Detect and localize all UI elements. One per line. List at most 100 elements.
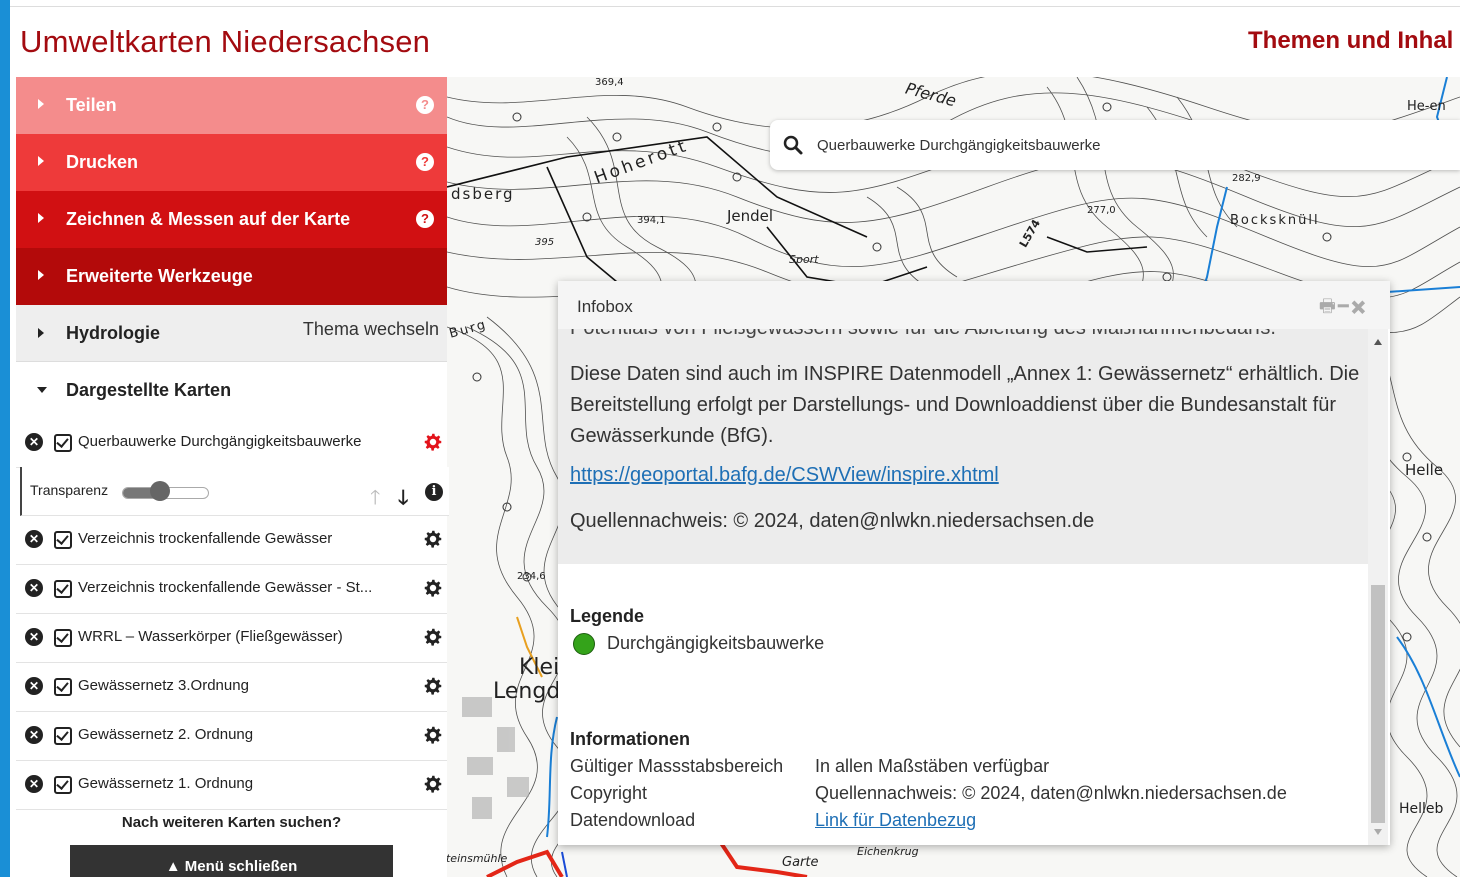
help-icon[interactable]: ? <box>416 96 434 114</box>
layer-name: Gewässernetz 3.Ordnung <box>78 677 249 694</box>
layer-checkbox[interactable] <box>54 678 72 696</box>
remove-layer-icon[interactable]: ✕ <box>25 433 43 451</box>
infobox-scrollbar[interactable] <box>1368 329 1388 845</box>
app-title: Umweltkarten Niedersachsen <box>20 24 431 59</box>
menu-share[interactable]: Teilen ? <box>16 77 447 134</box>
layer-checkbox[interactable] <box>54 776 72 794</box>
infobox-description: Potentials von Fließgewässern sowie für … <box>558 329 1368 564</box>
scrollbar-thumb[interactable] <box>1371 585 1385 823</box>
gear-icon[interactable] <box>422 626 444 648</box>
menu-draw-measure[interactable]: Zeichnen & Messen auf der Karte ? <box>16 191 447 248</box>
gear-icon[interactable] <box>422 528 444 550</box>
help-icon[interactable]: ? <box>416 210 434 228</box>
layer-checkbox[interactable] <box>54 580 72 598</box>
layer-name: Verzeichnis trockenfallende Gewässer <box>78 530 333 547</box>
map-label: Helle <box>1405 461 1444 479</box>
chevron-down-icon <box>37 387 47 393</box>
switch-theme-link[interactable]: Thema wechseln <box>303 319 439 340</box>
layer-row: ✕ WRRL – Wasserkörper (Fließgewässer) <box>16 614 447 663</box>
remove-layer-icon[interactable]: ✕ <box>25 628 43 646</box>
map-label: Bocksknüll <box>1230 213 1320 228</box>
legend-symbol <box>573 633 595 655</box>
info-key: Copyright <box>570 783 648 803</box>
infobox-panel: Infobox 🖶━✖ Potentials von Fließgewässer… <box>558 281 1390 845</box>
map-label: Garte <box>782 855 819 870</box>
info-heading: Informationen <box>570 729 690 749</box>
sidebar: Teilen ? Drucken ? Zeichnen & Messen auf… <box>16 77 449 877</box>
menu-label: Zeichnen & Messen auf der Karte <box>66 209 351 229</box>
map-label: Steinsmühle <box>447 852 508 865</box>
chevron-right-icon <box>38 156 44 166</box>
infobox-header[interactable]: Infobox 🖶━✖ <box>558 281 1390 329</box>
menu-print[interactable]: Drucken ? <box>16 134 447 191</box>
layer-row: ✕ Gewässernetz 2. Ordnung <box>16 712 447 761</box>
description-paragraph: Diese Daten sind auch im INSPIRE Datenmo… <box>570 363 1360 447</box>
close-icon[interactable]: ✖ <box>1351 296 1368 316</box>
minimize-icon[interactable]: ━ <box>1338 296 1351 316</box>
infobox-title: Infobox <box>577 297 633 316</box>
gear-icon[interactable] <box>422 577 444 599</box>
menu-label: Teilen <box>66 95 117 115</box>
arrow-down-icon[interactable]: 🡓 <box>398 483 408 517</box>
theme-section[interactable]: Hydrologie Thema wechseln <box>16 305 447 362</box>
print-icon[interactable]: 🖶 <box>1319 296 1338 316</box>
search-more-maps-link[interactable]: Nach weiteren Karten suchen? <box>16 814 447 831</box>
displayed-maps-header[interactable]: Dargestellte Karten <box>16 362 447 420</box>
remove-layer-icon[interactable]: ✕ <box>25 530 43 548</box>
theme-label: Hydrologie <box>66 323 161 343</box>
map-label: Eichenkrug <box>857 845 919 858</box>
chevron-right-icon <box>38 99 44 109</box>
info-value: In allen Maßstäben verfügbar <box>815 756 1050 776</box>
map-label: Klei <box>519 655 560 680</box>
transparency-label: Transparenz <box>30 482 109 498</box>
menu-label: Erweiterte Werkzeuge <box>66 266 253 286</box>
gear-icon[interactable] <box>422 675 444 697</box>
displayed-maps-label: Dargestellte Karten <box>66 380 232 400</box>
chevron-right-icon <box>38 270 44 280</box>
help-icon[interactable]: ? <box>416 153 434 171</box>
layer-checkbox[interactable] <box>54 531 72 549</box>
inspire-link[interactable]: https://geoportal.bafg.de/CSWView/inspir… <box>570 464 999 487</box>
layer-name: Gewässernetz 1. Ordnung <box>78 775 254 792</box>
top-divider <box>10 6 1460 7</box>
gear-icon[interactable] <box>422 724 444 746</box>
remove-layer-icon[interactable]: ✕ <box>25 775 43 793</box>
data-download-link[interactable]: Link für Datenbezug <box>815 810 976 831</box>
map-label: 282,9 <box>1232 173 1261 184</box>
legend-heading: Legende <box>570 606 645 626</box>
chevron-right-icon <box>38 328 44 338</box>
map-label: Lengd <box>493 679 561 704</box>
map-label: 394,1 <box>637 215 666 226</box>
layer-name: WRRL – Wasserkörper (Fließgewässer) <box>78 628 343 645</box>
description-cut-line: Potentials von Fließgewässern sowie für … <box>570 329 1276 340</box>
layer-row: ✕ Verzeichnis trockenfallende Gewässer <box>16 516 447 565</box>
arrow-up-icon[interactable]: 🡑 <box>370 483 380 517</box>
scroll-down-icon[interactable] <box>1374 829 1382 835</box>
gear-icon[interactable] <box>422 431 444 453</box>
layer-name: Querbauwerke Durchgängigkeitsbauwerke <box>78 433 362 450</box>
themes-link[interactable]: Themen und Inhal <box>1248 27 1453 55</box>
menu-advanced-tools[interactable]: Erweiterte Werkzeuge <box>16 248 447 305</box>
info-icon[interactable]: i <box>425 483 443 501</box>
transparency-control: Transparenz 🡑 🡓 i <box>20 467 449 516</box>
info-value: Quellennachweis: © 2024, daten@nlwkn.nie… <box>815 783 1287 803</box>
search-icon[interactable] <box>782 134 804 156</box>
scroll-up-icon[interactable] <box>1374 339 1382 345</box>
layer-checkbox[interactable] <box>54 434 72 452</box>
search-bar[interactable]: Querbauwerke Durchgängigkeitsbauwerke <box>770 120 1460 170</box>
layer-checkbox[interactable] <box>54 629 72 647</box>
map-label: Jendel <box>727 207 774 225</box>
legend-item-label: Durchgängigkeitsbauwerke <box>607 633 825 653</box>
layer-row: ✕ Gewässernetz 3.Ordnung <box>16 663 447 712</box>
chevron-right-icon <box>38 213 44 223</box>
close-menu-button[interactable]: ▲ Menü schließen <box>70 845 393 877</box>
map-label: 234,6 <box>517 571 546 582</box>
remove-layer-icon[interactable]: ✕ <box>25 726 43 744</box>
map-label: Sport <box>789 253 819 266</box>
layer-checkbox[interactable] <box>54 727 72 745</box>
gear-icon[interactable] <box>422 773 444 795</box>
remove-layer-icon[interactable]: ✕ <box>25 579 43 597</box>
search-input[interactable]: Querbauwerke Durchgängigkeitsbauwerke <box>817 137 1101 154</box>
map-label: Helleb <box>1399 801 1444 817</box>
remove-layer-icon[interactable]: ✕ <box>25 677 43 695</box>
